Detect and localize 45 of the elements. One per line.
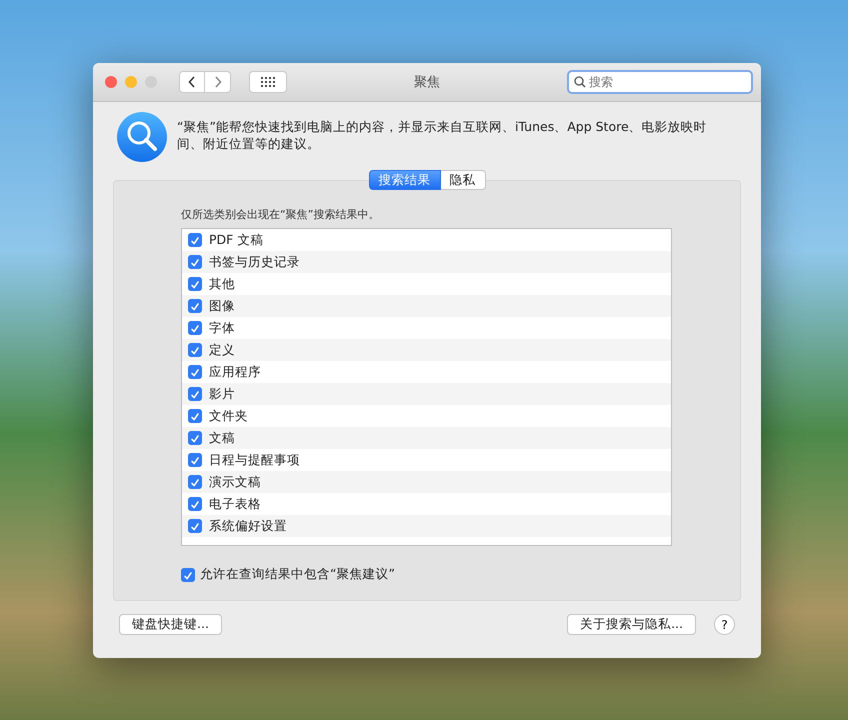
category-label: 字体	[209, 320, 235, 336]
checkbox[interactable]	[188, 233, 202, 247]
checkbox[interactable]	[188, 277, 202, 291]
category-label: 文稿	[209, 430, 235, 446]
category-label: 日程与提醒事项	[209, 452, 300, 468]
checkbox-label: 允许在查询结果中包含“聚焦建议”	[200, 566, 395, 583]
category-label: 电子表格	[209, 496, 261, 512]
close-button[interactable]	[105, 76, 117, 88]
keyboard-shortcuts-button[interactable]: 键盘快捷键...	[119, 614, 222, 635]
checkbox[interactable]	[188, 343, 202, 357]
description-text: “聚焦”能帮您快速找到电脑上的内容，并显示来自互联网、iTunes、App Store、电影放映时间、附近位置等的建议。	[177, 118, 708, 153]
category-label: 图像	[209, 298, 235, 314]
window-title: 聚焦	[414, 74, 440, 91]
category-label: 系统偏好设置	[209, 518, 287, 534]
grid-icon	[261, 77, 275, 87]
help-button[interactable]: ?	[714, 614, 735, 635]
checkbox[interactable]	[188, 255, 202, 269]
checkbox[interactable]	[188, 497, 202, 511]
back-button[interactable]	[179, 71, 205, 93]
spotlight-search-icon	[117, 112, 167, 162]
checkbox[interactable]	[188, 387, 202, 401]
category-label: 影片	[209, 386, 235, 402]
tab[interactable]: 隐私	[440, 170, 486, 190]
chevron-left-icon	[188, 76, 196, 88]
checkbox[interactable]	[188, 519, 202, 533]
checkbox[interactable]	[188, 321, 202, 335]
checkbox[interactable]	[181, 568, 195, 582]
category-label: 演示文稿	[209, 474, 261, 490]
chevron-right-icon	[214, 76, 222, 88]
about-privacy-button[interactable]: 关于搜索与隐私...	[567, 614, 696, 635]
category-label: 书签与历史记录	[209, 254, 300, 270]
checkbox[interactable]	[188, 475, 202, 489]
category-label: 其他	[209, 276, 235, 292]
category-label: 应用程序	[209, 364, 261, 380]
checkbox[interactable]	[188, 409, 202, 423]
category-label: 文件夹	[209, 408, 248, 424]
checkbox[interactable]	[188, 453, 202, 467]
category-label: 定义	[209, 342, 235, 358]
checkbox[interactable]	[188, 365, 202, 379]
caption-text: 仅所选类别会出现在“聚焦”搜索结果中。	[181, 207, 380, 222]
show-all-button[interactable]	[249, 71, 287, 93]
checkbox[interactable]	[188, 299, 202, 313]
search-field[interactable]: 搜索	[567, 70, 753, 94]
checkbox[interactable]	[188, 431, 202, 445]
category-label: PDF 文稿	[209, 232, 264, 248]
